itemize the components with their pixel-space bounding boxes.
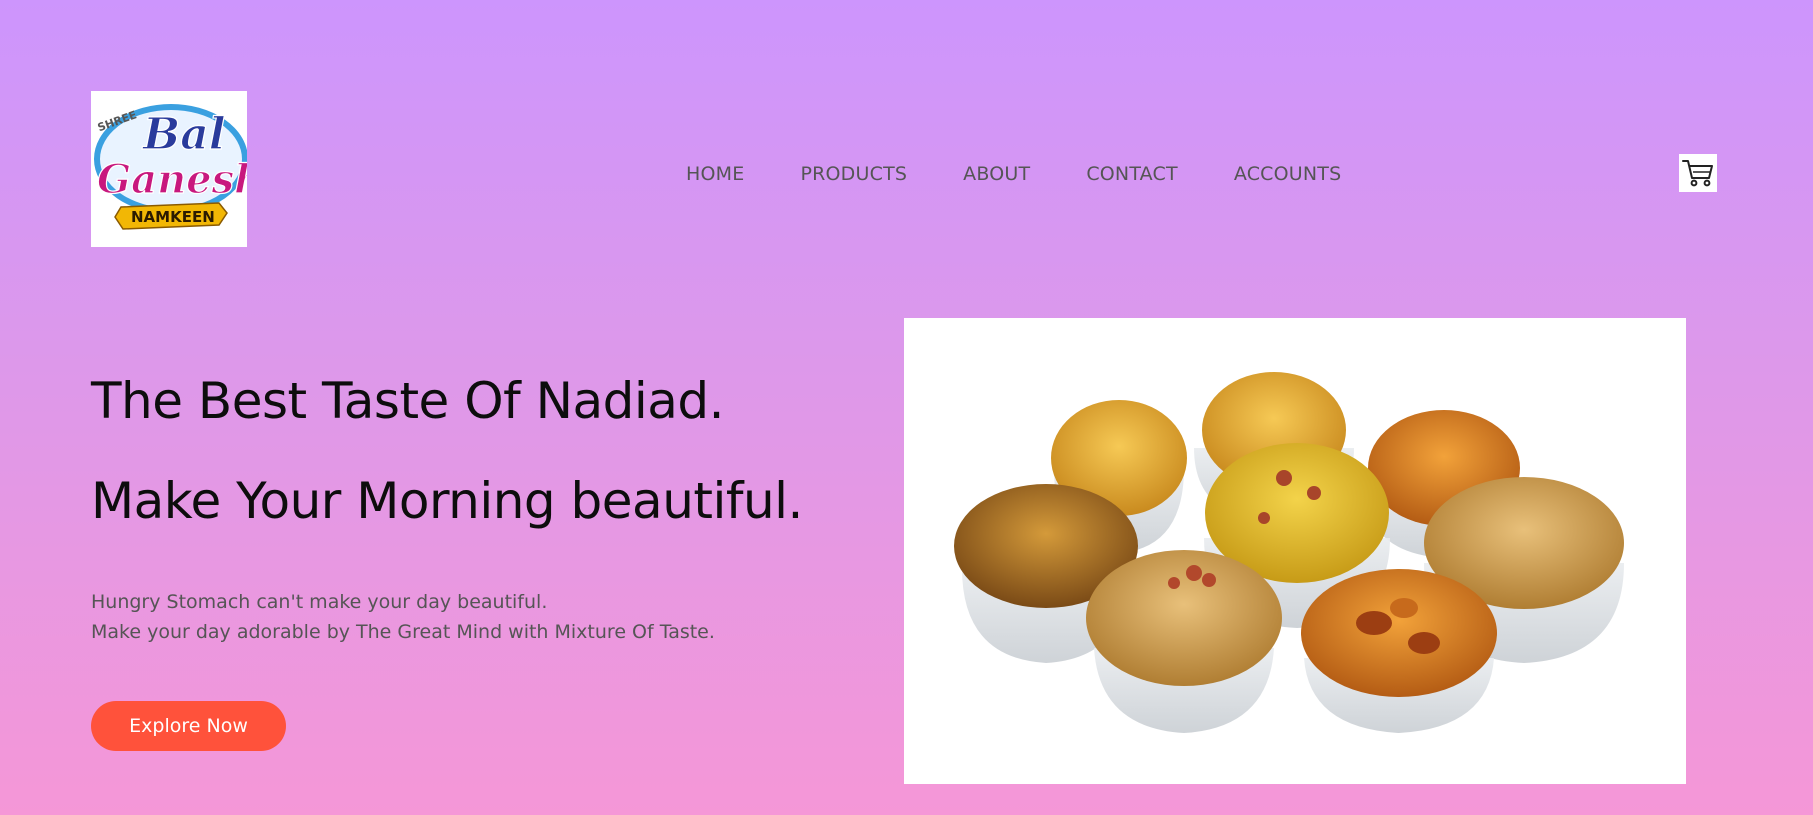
brand-logo[interactable]: SHREE Bal Ganesh NAMKEEN <box>91 91 247 247</box>
logo-line-2: Ganesh <box>97 156 247 203</box>
nav-accounts[interactable]: ACCOUNTS <box>1234 163 1342 185</box>
hero-description-line-2: Make your day adorable by The Great Mind… <box>91 621 715 643</box>
explore-now-button[interactable]: Explore Now <box>91 701 286 751</box>
hero-description: Hungry Stomach can't make your day beaut… <box>91 587 715 647</box>
hero-description-line-1: Hungry Stomach can't make your day beaut… <box>91 591 548 613</box>
logo-line-1: Bal <box>141 109 225 160</box>
logo-banner-text: NAMKEEN <box>131 208 215 226</box>
shopping-cart-icon <box>1682 160 1713 187</box>
nav-about[interactable]: ABOUT <box>963 163 1030 185</box>
main-nav: HOME PRODUCTS ABOUT CONTACT ACCOUNTS <box>686 161 1341 187</box>
nav-products[interactable]: PRODUCTS <box>800 163 907 185</box>
nav-home[interactable]: HOME <box>686 163 744 185</box>
nav-contact[interactable]: CONTACT <box>1086 163 1178 185</box>
hero-headline-2: Make Your Morning beautiful. <box>91 472 803 530</box>
hero-headline-1: The Best Taste Of Nadiad. <box>91 372 725 430</box>
cart-button[interactable] <box>1679 154 1717 192</box>
hero-snacks-image <box>904 318 1686 784</box>
